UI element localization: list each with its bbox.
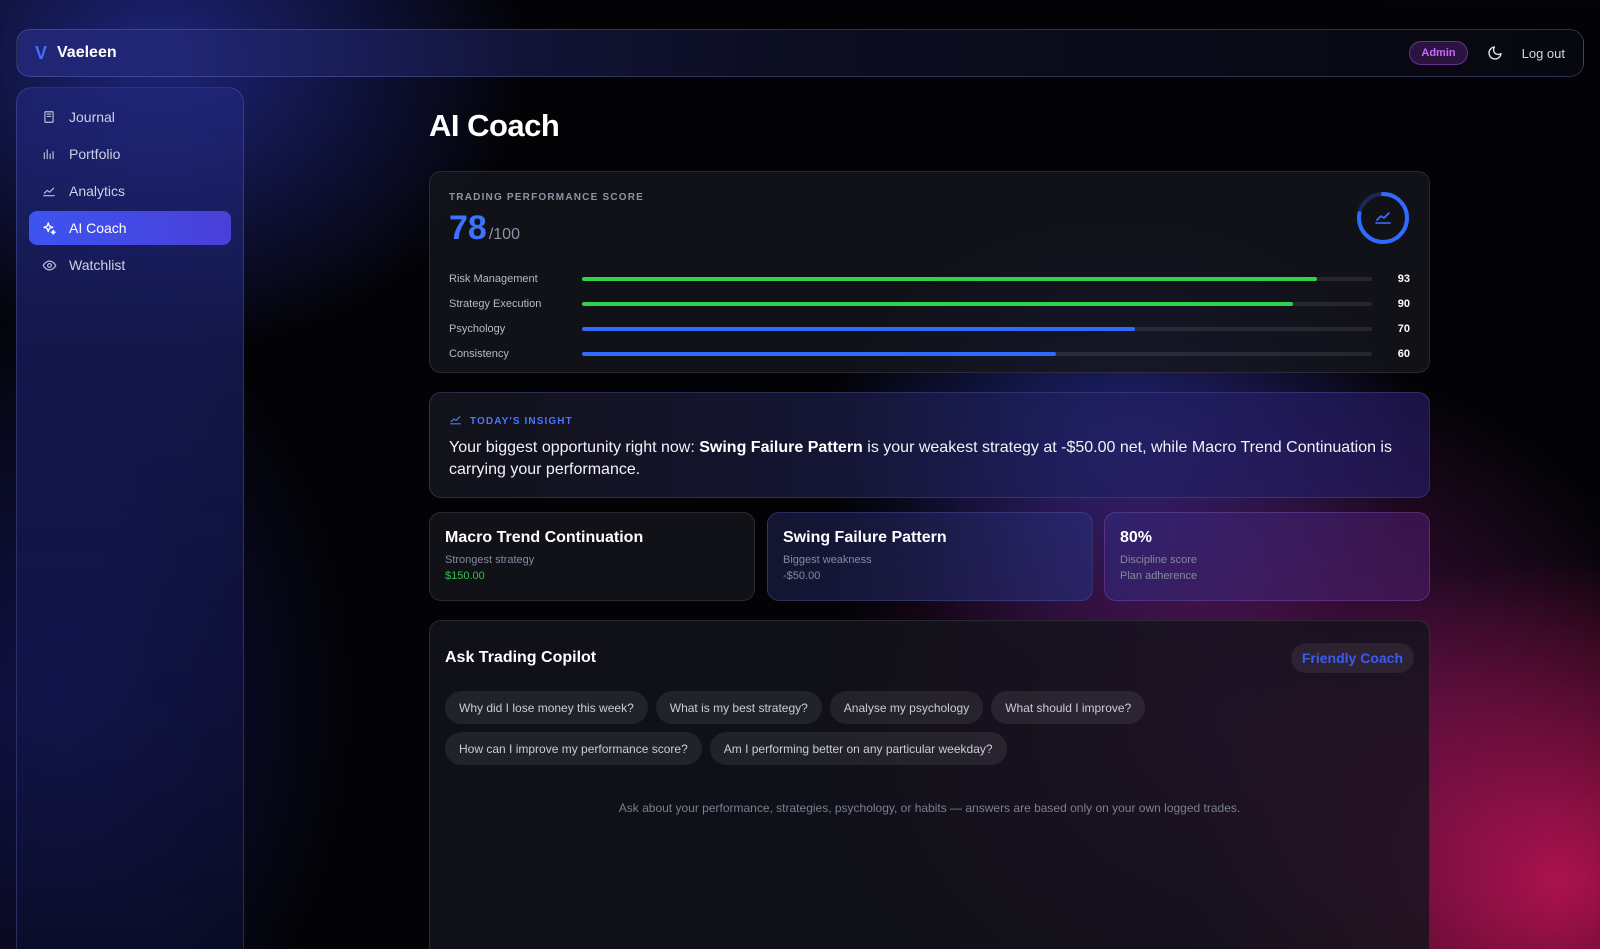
metric-track — [582, 326, 1372, 331]
sidebar-item-label: Watchlist — [69, 257, 126, 273]
score-ring — [1355, 190, 1411, 246]
todays-insight-card: TODAY'S INSIGHT Your biggest opportunity… — [429, 392, 1430, 498]
metric-row: Risk Management 93 — [449, 266, 1410, 291]
performance-score-card: TRADING PERFORMANCE SCORE 78 /100 Risk M… — [429, 171, 1430, 373]
metric-fill — [582, 326, 1135, 331]
stat-value: Plan adherence — [1120, 570, 1198, 582]
sidebar-item-label: Portfolio — [69, 146, 121, 162]
metric-fill — [582, 351, 1056, 356]
metric-fill — [582, 301, 1293, 306]
sidebar-item-watchlist[interactable]: Watchlist — [29, 248, 231, 282]
score-eyebrow: TRADING PERFORMANCE SCORE — [449, 192, 645, 203]
score-value: 78 — [449, 209, 487, 247]
metric-row: Psychology 70 — [449, 316, 1410, 341]
metric-fill — [582, 276, 1317, 281]
stat-card-discipline-score: 80% Discipline score Plan adherence — [1104, 512, 1430, 601]
stat-subtitle: Strongest strategy — [445, 554, 535, 566]
insight-text-prefix: Your biggest opportunity right now: — [449, 439, 700, 456]
copilot-hint: Ask about your performance, strategies, … — [618, 801, 1241, 815]
stat-title: 80% — [1120, 529, 1153, 546]
trend-icon — [449, 413, 462, 429]
insight-eyebrow: TODAY'S INSIGHT — [470, 415, 573, 427]
metric-track — [582, 276, 1372, 281]
brand-logo-icon: V — [35, 42, 48, 63]
coach-mode-button[interactable]: Friendly Coach — [1290, 643, 1414, 673]
metric-label: Risk Management — [449, 272, 538, 285]
stat-card-biggest-weakness: Swing Failure Pattern Biggest weakness -… — [767, 512, 1093, 601]
stat-card-strongest-strategy: Macro Trend Continuation Strongest strat… — [429, 512, 755, 601]
metric-track — [582, 351, 1372, 356]
metric-label: Psychology — [449, 322, 506, 335]
suggestion-chip[interactable]: Why did I lose money this week? — [445, 691, 648, 724]
metric-track — [582, 301, 1372, 306]
sidebar-item-portfolio[interactable]: Portfolio — [29, 137, 231, 171]
sidebar-item-label: Analytics — [69, 183, 126, 199]
stat-subtitle: Discipline score — [1120, 554, 1198, 566]
metric-label: Strategy Execution — [449, 297, 542, 310]
score-breakdown: Risk Management 93 Strategy Execution 90… — [449, 266, 1410, 366]
stat-title: Macro Trend Continuation — [445, 529, 644, 546]
metric-value: 70 — [1397, 322, 1410, 335]
metric-row: Consistency 60 — [449, 341, 1410, 366]
metric-value: 60 — [1397, 347, 1410, 360]
suggestion-chip[interactable]: Analyse my psychology — [829, 691, 984, 724]
metric-value: 90 — [1397, 297, 1410, 310]
sidebar-item-ai-coach[interactable]: AI Coach — [29, 211, 231, 245]
metric-label: Consistency — [449, 347, 509, 360]
insight-text: Your biggest opportunity right now: Swin… — [449, 437, 1410, 481]
sparkles-icon — [41, 220, 57, 236]
score-max: /100 — [488, 226, 520, 243]
metric-value: 93 — [1397, 272, 1410, 285]
trading-copilot-card: Ask Trading Copilot Friendly Coach Why d… — [429, 620, 1430, 949]
insight-header: TODAY'S INSIGHT — [449, 413, 1410, 429]
eye-icon — [41, 257, 57, 273]
suggestion-chip[interactable]: What should I improve? — [991, 691, 1146, 724]
suggestion-chip[interactable]: What is my best strategy? — [655, 691, 822, 724]
moon-icon[interactable] — [1486, 44, 1504, 62]
stat-title: Swing Failure Pattern — [783, 529, 947, 546]
stat-value: $150.00 — [445, 570, 485, 582]
stat-subtitle: Biggest weakness — [783, 554, 872, 566]
copilot-header: Ask Trading Copilot Friendly Coach — [445, 643, 1414, 673]
stat-value: -$50.00 — [783, 570, 821, 582]
sidebar-item-journal[interactable]: Journal — [29, 100, 231, 134]
logout-button[interactable]: Log out — [1522, 46, 1565, 61]
trend-icon — [1375, 212, 1391, 224]
journal-icon — [41, 109, 57, 125]
top-bar: V Vaeleen Admin Log out — [16, 29, 1584, 77]
bar-chart-icon — [41, 146, 57, 162]
copilot-title: Ask Trading Copilot — [445, 649, 597, 666]
suggestion-chips: Why did I lose money this week? What is … — [445, 691, 1245, 765]
brand-name: Vaeleen — [57, 44, 117, 61]
sidebar: Journal Portfolio Analytics AI Coach Wat… — [16, 87, 244, 949]
metric-row: Strategy Execution 90 — [449, 291, 1410, 316]
page-title: AI Coach — [429, 108, 560, 143]
admin-badge: Admin — [1409, 41, 1468, 65]
topbar-actions: Admin Log out — [1409, 41, 1565, 65]
sidebar-item-label: AI Coach — [69, 220, 127, 236]
brand[interactable]: V Vaeleen — [35, 43, 117, 64]
sidebar-item-analytics[interactable]: Analytics — [29, 174, 231, 208]
score-line: 78 /100 — [449, 209, 1410, 248]
insight-text-highlight: Swing Failure Pattern — [699, 439, 863, 456]
line-chart-icon — [41, 183, 57, 199]
suggestion-chip[interactable]: How can I improve my performance score? — [445, 732, 702, 765]
sidebar-item-label: Journal — [69, 109, 115, 125]
suggestion-chip[interactable]: Am I performing better on any particular… — [709, 732, 1007, 765]
